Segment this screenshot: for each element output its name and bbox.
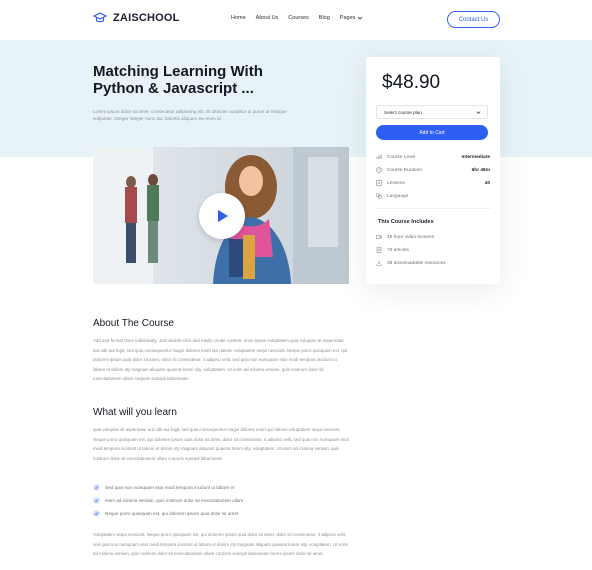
meta-value: Intermediate xyxy=(461,154,490,160)
learn-point-label: enim ad minima veniam, quis nostrum dolo… xyxy=(105,498,244,503)
nav-pages-label: Pages xyxy=(339,15,356,21)
include-item: 38 downloadable resources xyxy=(376,260,446,266)
course-price: $48.90 xyxy=(382,72,441,93)
meta-course-level: Course Level Intermediate xyxy=(376,153,490,161)
logo[interactable]: ZAISCHOOL xyxy=(93,12,180,24)
download-icon xyxy=(376,260,382,266)
course-plan-select-value: Select course plan xyxy=(384,109,422,115)
clock-icon xyxy=(376,167,382,173)
meta-label: Course Duration xyxy=(387,167,422,173)
include-label: 45 hour video lectures xyxy=(387,234,435,240)
meta-label: Lessons xyxy=(387,180,405,186)
learn-point: enim ad minima veniam, quis nostrum dolo… xyxy=(93,497,243,504)
nav-about-us[interactable]: About Us xyxy=(256,15,279,21)
contact-us-button[interactable]: Contact Us xyxy=(447,11,500,28)
language-icon xyxy=(376,193,382,199)
learn-point-label: Neque porro quisquam est, qui dolorem ip… xyxy=(105,511,239,516)
include-item: 73 articles xyxy=(376,247,409,253)
nav-blog[interactable]: Blog xyxy=(319,15,330,21)
learn-point: Sed quia non numquam eius modi tempora i… xyxy=(93,484,234,491)
main-nav: Home About Us Courses Blog Pages xyxy=(231,15,363,21)
course-plan-select[interactable]: Select course plan xyxy=(376,105,488,119)
chevron-down-icon xyxy=(476,111,481,114)
include-label: 73 articles xyxy=(387,247,409,253)
include-item: 45 hour video lectures xyxy=(376,234,434,240)
site-header: ZAISCHOOL Home About Us Courses Blog Pag… xyxy=(0,0,592,40)
video-icon xyxy=(376,235,382,239)
graduation-cap-icon xyxy=(93,12,107,23)
article-icon xyxy=(376,247,382,253)
nav-pages[interactable]: Pages xyxy=(340,15,364,21)
include-label: 38 downloadable resources xyxy=(387,260,446,266)
add-to-cart-button[interactable]: Add to Cart xyxy=(376,125,488,140)
bar-chart-icon xyxy=(376,154,382,159)
meta-value: 40 xyxy=(484,180,490,186)
learn-body: quia voluptas sit aspernatur aut odit au… xyxy=(93,427,349,461)
course-title: Matching Learning With Python & Javascri… xyxy=(93,63,263,97)
brand-name: ZAISCHOOL xyxy=(113,12,180,24)
meta-value: 6hr 48m xyxy=(471,167,490,173)
play-icon xyxy=(218,210,228,222)
course-intro: Lorem ipsum dolor sit amet, consectetur … xyxy=(93,109,287,121)
course-video[interactable] xyxy=(93,147,349,284)
learn-heading: What will you learn xyxy=(93,407,177,418)
meta-label: Language xyxy=(387,193,409,199)
nav-home[interactable]: Home xyxy=(231,15,246,21)
check-icon xyxy=(93,510,100,517)
about-body: Add and format them individually. Just d… xyxy=(93,338,348,381)
meta-lessons: Lessons 40 xyxy=(376,179,490,187)
chevron-down-icon xyxy=(358,16,363,20)
hero-band xyxy=(0,40,592,157)
about-heading: About The Course xyxy=(93,318,174,329)
meta-label: Course Level xyxy=(387,154,416,160)
check-icon xyxy=(93,497,100,504)
play-button[interactable] xyxy=(199,193,245,239)
divider xyxy=(376,208,490,209)
meta-language: Language xyxy=(376,192,490,200)
lessons-icon xyxy=(376,180,382,186)
learn-point: Neque porro quisquam est, qui dolorem ip… xyxy=(93,510,238,517)
nav-courses[interactable]: Courses xyxy=(288,15,308,21)
purchase-card: $48.90 Select course plan Add to Cart Co… xyxy=(366,57,500,284)
includes-title: This Course Includes xyxy=(378,219,434,225)
meta-course-duration: Course Duration 6hr 48m xyxy=(376,166,490,174)
learn-point-label: Sed quia non numquam eius modi tempora i… xyxy=(105,485,235,490)
check-icon xyxy=(93,484,100,491)
learn-footer: Voluptatem sequi nesciunt. Neque porro q… xyxy=(93,532,349,556)
